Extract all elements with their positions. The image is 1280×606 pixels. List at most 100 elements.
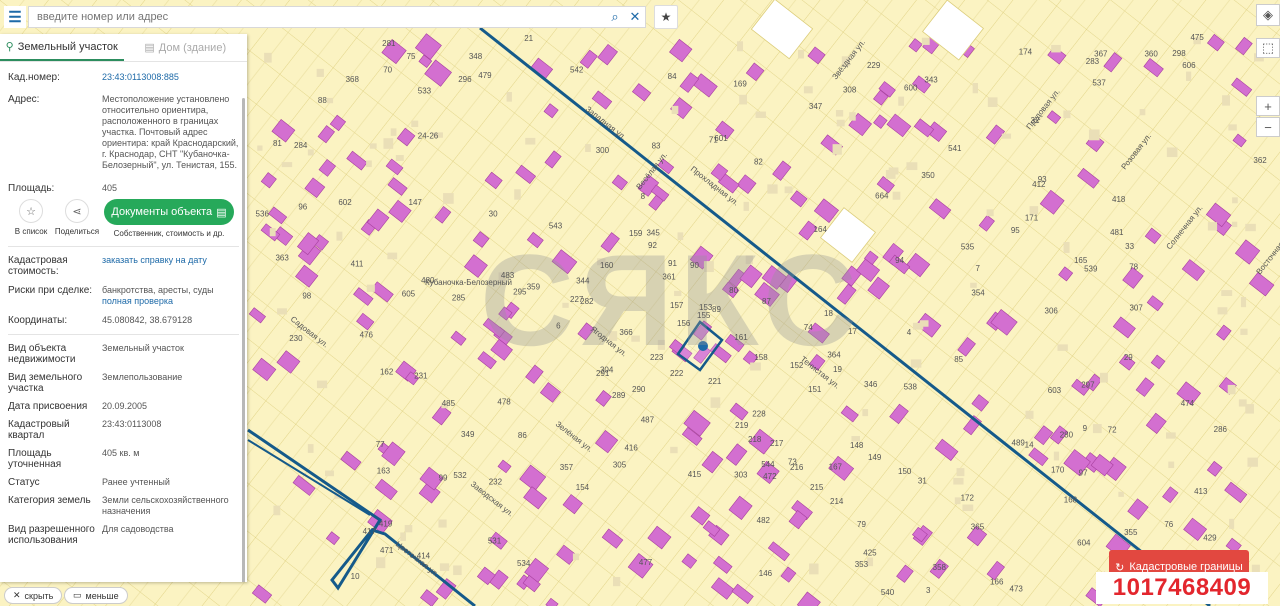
parcel-number-label: 303 <box>734 470 748 479</box>
add-to-list-button[interactable]: ☆ В список <box>8 199 54 236</box>
parcel-number-label: 24-26 <box>418 131 439 140</box>
share-button[interactable]: ⋖ Поделиться <box>54 199 100 236</box>
parcel-number-label: 158 <box>754 353 768 362</box>
parcel-number-label: 471 <box>380 546 394 555</box>
fullscreen-icon: ⬚ <box>1261 40 1275 55</box>
parcel-number-label: 487 <box>641 415 655 424</box>
parcel-number-label: 218 <box>748 435 762 444</box>
documents-button[interactable]: Документы объекта ▤ <box>104 199 234 225</box>
permitted-use-value: Для садоводства <box>102 524 174 534</box>
panel-scrollbar[interactable] <box>242 98 245 582</box>
tab-building[interactable]: ▤ Дом (здание) <box>124 34 248 61</box>
parcel-number-label: 362 <box>1253 156 1267 165</box>
outbuilding-footprint <box>1118 491 1124 497</box>
parcel-number-label: 18 <box>824 309 833 318</box>
parcel-number-label: 485 <box>442 399 456 408</box>
parcel-number-label: 30 <box>489 210 498 219</box>
outbuilding-footprint <box>803 86 813 94</box>
parcel-number-label: 146 <box>759 569 773 578</box>
parcel-number-label: 358 <box>933 563 947 572</box>
outbuilding-footprint <box>612 577 621 587</box>
layers-button[interactable]: ◈ <box>1256 4 1280 26</box>
quarter-value: 23:43:0113008 <box>102 419 162 429</box>
documents-button-label: Документы объекта <box>111 206 213 218</box>
menu-button[interactable]: ☰ <box>4 6 26 28</box>
outbuilding-footprint <box>390 128 397 136</box>
search-input[interactable] <box>29 7 605 27</box>
parcel-number-label: 91 <box>668 259 677 268</box>
outbuilding-footprint <box>387 252 398 260</box>
parcel-number-label: 6 <box>556 322 561 331</box>
parcel-number-label: 174 <box>1019 47 1033 56</box>
assign-date-value: 20.09.2005 <box>102 401 148 411</box>
parcel-number-label: 343 <box>924 76 938 85</box>
search-icon[interactable]: ⌕ <box>605 9 625 25</box>
hide-panel-button[interactable]: ✕ скрыть <box>4 587 63 604</box>
address-value: Местоположение установлено относительно … <box>102 94 239 170</box>
parcel-number-label: 345 <box>646 228 660 237</box>
parcel-number-label: 286 <box>1214 425 1228 434</box>
parcel-number-label: 354 <box>971 288 985 297</box>
outbuilding-footprint <box>273 505 281 516</box>
assign-date-label: Дата присвоения <box>8 401 88 412</box>
parcel-number-label: 481 <box>1110 228 1124 237</box>
outbuilding-footprint <box>376 557 386 569</box>
cad-number-value[interactable]: 23:43:0113008:885 <box>102 72 239 83</box>
parcel-number-label: 349 <box>461 430 475 439</box>
parcel-info-panel: ⚲ Земельный участок ▤ Дом (здание) Кад.н… <box>0 34 247 582</box>
parcel-number-label: 70 <box>383 66 392 75</box>
parcel-number-label: 29 <box>1124 353 1133 362</box>
parcel-number-label: 31 <box>918 476 927 485</box>
search-bar[interactable]: ⌕ ✕ <box>28 6 646 28</box>
parcel-number-label: 222 <box>670 369 684 378</box>
favorites-button[interactable]: ★ <box>654 5 678 29</box>
parcel-number-label: 541 <box>948 144 962 153</box>
outbuilding-footprint <box>737 41 744 52</box>
parcel-number-label: 357 <box>560 463 574 472</box>
zoom-in-button[interactable]: + <box>1256 96 1280 116</box>
parcel-number-label: 229 <box>867 61 881 70</box>
parcel-number-label: 532 <box>453 471 467 480</box>
outbuilding-footprint <box>369 143 377 149</box>
parcel-number-label: 300 <box>596 146 610 155</box>
outbuilding-footprint <box>1139 109 1146 116</box>
outbuilding-footprint <box>307 149 314 156</box>
full-check-link[interactable]: полная проверка <box>102 296 239 307</box>
quarter-label: Кадастровый квартал <box>8 419 70 441</box>
outbuilding-footprint <box>1247 457 1258 467</box>
outbuilding-footprint <box>1166 147 1178 158</box>
outbuilding-footprint <box>383 138 394 149</box>
status-label: Статус <box>8 477 40 488</box>
parcel-number-label: 21 <box>524 34 533 43</box>
outbuilding-footprint <box>1245 223 1256 232</box>
outbuilding-footprint <box>1053 451 1060 461</box>
outbuilding-footprint <box>1238 399 1247 407</box>
outbuilding-footprint <box>953 477 964 485</box>
tab-land-plot[interactable]: ⚲ Земельный участок <box>0 34 124 61</box>
parcel-number-label: 281 <box>382 39 396 48</box>
parcel-number-label: 344 <box>576 277 590 286</box>
outbuilding-footprint <box>743 201 749 211</box>
parcel-number-label: 80 <box>729 286 738 295</box>
outbuilding-footprint <box>1229 518 1235 529</box>
parcel-number-label: 531 <box>488 537 502 546</box>
outbuilding-footprint <box>986 209 994 217</box>
parcel-number-label: 75 <box>407 52 416 61</box>
parcel-number-label: 429 <box>1203 534 1217 543</box>
parcel-number-label: 90 <box>690 261 699 270</box>
fullscreen-button[interactable]: ⬚ <box>1256 38 1280 58</box>
parcel-number-label: 415 <box>688 470 702 479</box>
outbuilding-footprint <box>1166 432 1176 439</box>
zoom-out-button[interactable]: − <box>1256 117 1280 137</box>
order-certificate-link[interactable]: заказать справку на дату <box>102 255 239 277</box>
parcel-number-label: 283 <box>1086 57 1100 66</box>
outbuilding-footprint <box>832 144 842 155</box>
parcel-number-label: 477 <box>639 558 653 567</box>
close-icon[interactable]: ✕ <box>625 9 645 25</box>
precise-area-label: Площадь уточненная <box>8 448 62 470</box>
outbuilding-footprint <box>316 68 324 77</box>
land-type-value: Землепользование <box>102 372 183 382</box>
parcel-number-label: 4 <box>907 328 912 337</box>
outbuilding-footprint <box>307 444 314 453</box>
less-button[interactable]: ▭ меньше <box>64 587 128 604</box>
